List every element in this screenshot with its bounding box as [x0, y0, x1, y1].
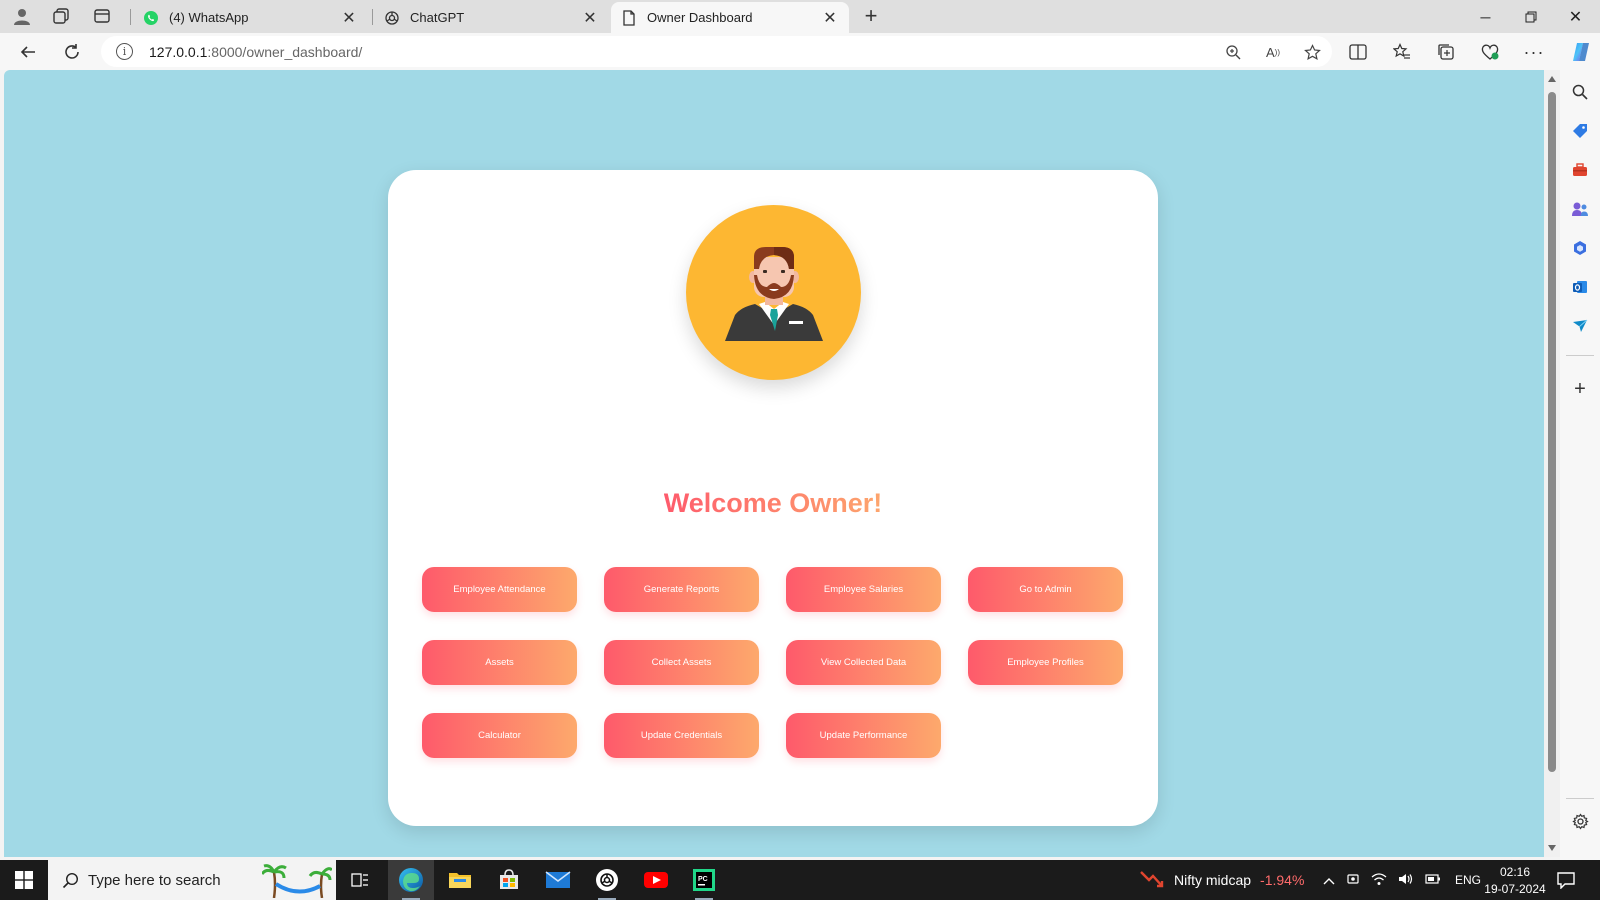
add-icon[interactable]: + [1570, 378, 1590, 400]
calculator-button[interactable]: Calculator [422, 713, 577, 758]
notifications-icon[interactable] [1556, 860, 1576, 900]
assets-button[interactable]: Assets [422, 640, 577, 685]
youtube-icon[interactable] [633, 860, 679, 900]
tab-separator [130, 9, 131, 25]
windows-taskbar: Type here to search PC Nifty midcap -1.9… [0, 860, 1600, 900]
search-icon[interactable] [1570, 82, 1590, 102]
favorite-star-icon[interactable] [1302, 42, 1322, 62]
tab-title: ChatGPT [410, 10, 465, 25]
tab-chatgpt[interactable]: ChatGPT ✕ [374, 2, 609, 33]
scrollbar-thumb[interactable] [1548, 92, 1556, 772]
system-tray: ENG [1323, 860, 1481, 900]
edge-sidebar: + [1560, 70, 1600, 860]
profile-icon[interactable] [10, 5, 34, 27]
chatgpt-app-icon[interactable] [584, 860, 630, 900]
refresh-icon[interactable] [57, 37, 87, 67]
outlook-icon[interactable] [1570, 277, 1590, 297]
clock-date: 19-07-2024 [1484, 881, 1546, 896]
action-button-grid: Employee Attendance Generate Reports Emp… [422, 567, 1132, 758]
stock-chart-icon [1140, 869, 1164, 892]
search-icon [60, 870, 80, 890]
minimize-icon[interactable]: ─ [1463, 0, 1508, 33]
battery-icon[interactable] [1425, 873, 1441, 888]
whatsapp-icon [143, 10, 159, 26]
meet-now-icon[interactable] [1346, 872, 1360, 889]
microsoft-store-icon[interactable] [486, 860, 532, 900]
dashboard-card: Welcome Owner! Employee Attendance Gener… [388, 170, 1158, 826]
zoom-icon[interactable] [1223, 42, 1243, 62]
clock[interactable]: 02:16 19-07-2024 [1475, 860, 1555, 900]
sidebar-divider [1566, 798, 1594, 799]
stock-name: Nifty midcap [1174, 872, 1252, 888]
employee-attendance-button[interactable]: Employee Attendance [422, 567, 577, 612]
chatgpt-icon [384, 10, 400, 26]
svg-text:PC: PC [698, 876, 708, 883]
favorites-icon[interactable] [1388, 38, 1416, 66]
chevron-up-icon[interactable] [1323, 873, 1335, 888]
copilot-icon[interactable] [1567, 38, 1595, 66]
employee-profiles-button[interactable]: Employee Profiles [968, 640, 1123, 685]
tab-owner-dashboard[interactable]: Owner Dashboard ✕ [611, 2, 849, 33]
taskbar-search-box[interactable]: Type here to search [48, 860, 336, 900]
beach-illustration-icon [260, 864, 334, 900]
browser-toolbar: i 127.0.0.1:8000/owner_dashboard/ A)) ··… [0, 33, 1600, 70]
close-icon[interactable]: ✕ [340, 9, 358, 27]
volume-icon[interactable] [1398, 872, 1414, 889]
browser-essentials-icon[interactable] [1476, 38, 1504, 66]
file-explorer-icon[interactable] [437, 860, 483, 900]
update-performance-button[interactable]: Update Performance [786, 713, 941, 758]
stock-change: -1.94% [1260, 872, 1305, 888]
address-bar[interactable]: i 127.0.0.1:8000/owner_dashboard/ A)) [101, 36, 1332, 67]
read-aloud-icon[interactable]: A)) [1263, 42, 1283, 62]
new-tab-icon[interactable]: + [859, 3, 883, 28]
collect-assets-button[interactable]: Collect Assets [604, 640, 759, 685]
more-options-icon[interactable]: ··· [1520, 38, 1548, 66]
tab-whatsapp[interactable]: (4) WhatsApp ✕ [133, 2, 368, 33]
back-icon[interactable] [13, 37, 43, 67]
windows-start-icon[interactable] [0, 860, 48, 900]
clock-time: 02:16 [1499, 864, 1531, 879]
page-viewport: Welcome Owner! Employee Attendance Gener… [4, 70, 1544, 857]
page-scrollbar[interactable] [1544, 70, 1560, 857]
collections-icon[interactable] [1432, 38, 1460, 66]
sidebar-divider [1566, 355, 1594, 356]
tab-strip: (4) WhatsApp ✕ ChatGPT ✕ Owner Dashboard… [0, 0, 1600, 33]
stock-widget[interactable]: Nifty midcap -1.94% [1140, 860, 1304, 900]
update-credentials-button[interactable]: Update Credentials [604, 713, 759, 758]
task-view-icon[interactable] [337, 860, 383, 900]
view-collected-data-button[interactable]: View Collected Data [786, 640, 941, 685]
tab-title: Owner Dashboard [647, 10, 753, 25]
go-to-admin-button[interactable]: Go to Admin [968, 567, 1123, 612]
microsoft-365-icon[interactable] [1570, 238, 1590, 258]
wifi-icon[interactable] [1371, 872, 1387, 889]
settings-gear-icon[interactable] [1570, 811, 1590, 831]
welcome-heading: Welcome Owner! [663, 488, 883, 518]
search-placeholder: Type here to search [88, 872, 221, 889]
info-icon[interactable]: i [116, 43, 133, 60]
restore-icon[interactable] [1508, 0, 1553, 33]
scroll-up-icon[interactable] [1548, 76, 1556, 82]
shopping-tag-icon[interactable] [1570, 121, 1590, 141]
workspaces-icon[interactable] [49, 5, 73, 27]
split-screen-icon[interactable] [1344, 38, 1372, 66]
mail-icon[interactable] [535, 860, 581, 900]
tools-briefcase-icon[interactable] [1570, 160, 1590, 180]
send-drop-icon[interactable] [1570, 316, 1590, 336]
tab-actions-icon[interactable] [90, 5, 114, 27]
games-icon[interactable] [1570, 199, 1590, 219]
page-icon [621, 9, 637, 26]
scroll-down-icon[interactable] [1548, 845, 1556, 851]
generate-reports-button[interactable]: Generate Reports [604, 567, 759, 612]
edge-browser-icon[interactable] [388, 860, 434, 900]
close-icon[interactable]: ✕ [821, 9, 839, 27]
employee-salaries-button[interactable]: Employee Salaries [786, 567, 941, 612]
window-close-icon[interactable]: ✕ [1553, 0, 1598, 33]
close-icon[interactable]: ✕ [581, 9, 599, 27]
pycharm-icon[interactable]: PC [681, 860, 727, 900]
businessman-avatar-icon [686, 205, 861, 380]
tab-title: (4) WhatsApp [169, 10, 249, 25]
tab-separator [372, 9, 373, 25]
url-text: 127.0.0.1:8000/owner_dashboard/ [149, 44, 363, 60]
